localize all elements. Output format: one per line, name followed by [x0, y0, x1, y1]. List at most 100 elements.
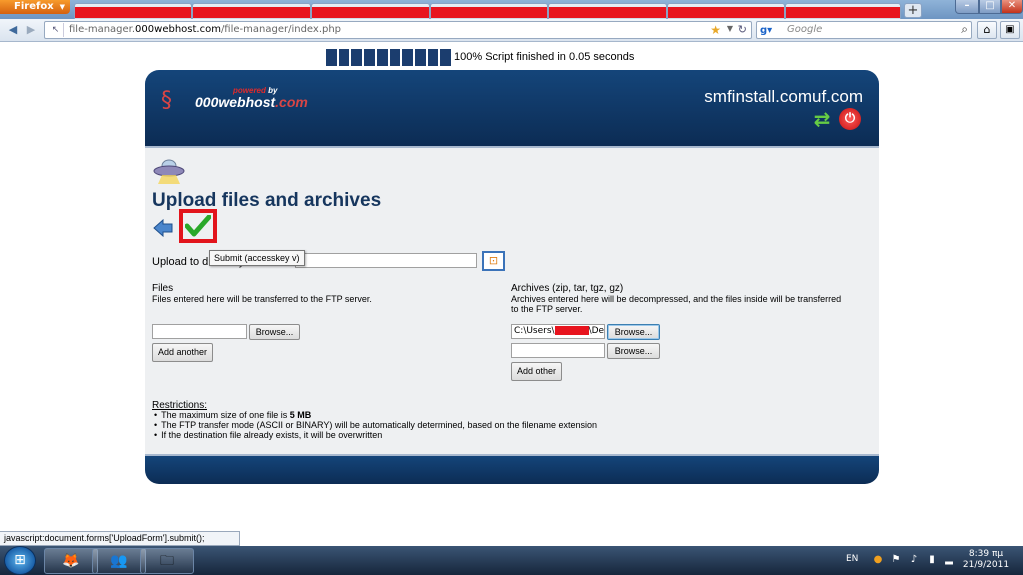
firefox-menu-label: Firefox	[14, 1, 54, 12]
home-icon[interactable]: ⌂	[977, 21, 997, 39]
site-name: smfinstall.comuf.com	[704, 87, 863, 106]
checkmark-submit-icon[interactable]	[185, 215, 211, 237]
browser-titlebar: Firefox ▼ + – □ ✕	[0, 0, 1023, 19]
redacted-tab-title	[549, 7, 666, 18]
language-indicator[interactable]: EN	[846, 554, 858, 564]
bookmark-star-icon[interactable]: ★	[710, 23, 721, 37]
archive-upload-field-2[interactable]	[511, 343, 605, 358]
extensions-menu-icon[interactable]: ▣	[1000, 21, 1020, 39]
tray-app-icon[interactable]: ●	[872, 554, 884, 566]
webhost-logo[interactable]: 000webhost.com	[195, 94, 308, 110]
speaker-icon[interactable]: ♪	[908, 554, 920, 566]
url-dropdown-icon[interactable]: ▼	[727, 24, 733, 33]
archives-description-line1: Archives entered here will be decompress…	[511, 294, 842, 304]
forward-arrow-icon[interactable]: ▶	[22, 22, 40, 39]
redacted-tab-title	[668, 7, 784, 18]
archive-upload-field-1[interactable]: C:\Users\ \Deskto	[511, 324, 605, 339]
archive-path-prefix: C:\Users\	[514, 326, 555, 336]
progress-segment	[414, 49, 426, 66]
search-bar[interactable]: g▾ Google ⌕	[756, 21, 972, 39]
progress-segment	[427, 49, 439, 66]
url-text[interactable]: file-manager.000webhost.com/file-manager…	[69, 24, 341, 35]
ufo-icon	[153, 159, 185, 184]
add-other-button[interactable]: Add other	[511, 362, 562, 381]
file-manager-panel: § powered by 000webhost.com smfinstall.c…	[145, 70, 879, 484]
firefox-menu-button[interactable]: Firefox ▼	[0, 0, 70, 14]
minimize-button[interactable]: –	[955, 0, 979, 14]
browser-tab[interactable]	[192, 3, 311, 19]
navigation-toolbar: ◀ ▶ ↖ file-manager.000webhost.com/file-m…	[0, 19, 1023, 42]
messenger-taskbar-icon[interactable]: 👥	[92, 548, 146, 574]
progress-segment	[326, 49, 337, 66]
logout-power-icon[interactable]: ⏻	[839, 108, 861, 130]
progress-segment	[351, 49, 363, 66]
google-icon[interactable]: g▾	[760, 23, 784, 38]
clock-date: 21/9/2011	[962, 560, 1010, 570]
explorer-folder-taskbar-icon[interactable]: 🗀	[140, 548, 194, 574]
back-arrow-icon[interactable]: ◀	[4, 22, 22, 39]
search-placeholder: Google	[787, 24, 823, 35]
progress-segment	[338, 49, 350, 66]
archives-description-line2: to the FTP server.	[511, 304, 583, 314]
progress-segment	[389, 49, 401, 66]
upload-directory-input[interactable]	[295, 253, 477, 268]
panel-header: § powered by 000webhost.com smfinstall.c…	[145, 70, 879, 146]
close-window-button[interactable]: ✕	[1001, 0, 1023, 14]
restriction-item: The FTP transfer mode (ASCII or BINARY) …	[152, 420, 597, 430]
submit-tooltip: Submit (accesskey v)	[209, 250, 305, 266]
add-another-button[interactable]: Add another	[152, 343, 213, 362]
browser-tab[interactable]	[430, 3, 548, 19]
url-host: file-manager.	[69, 24, 136, 35]
browser-tab[interactable]	[785, 3, 901, 19]
archive-browse-button-1[interactable]: Browse...	[607, 324, 660, 340]
logo-suffix-text: .com	[275, 94, 308, 110]
dragon-logo-icon: §	[161, 88, 172, 113]
maximize-button[interactable]: □	[979, 0, 1001, 14]
windows-taskbar: ⊞ 🦊 👥 🗀 EN ● ⚑ ♪ ▮ ▂ 8:39 πμ 21/9/2011	[0, 546, 1023, 575]
magnifier-icon[interactable]: ⌕	[961, 22, 968, 37]
firefox-taskbar-icon[interactable]: 🦊	[44, 548, 98, 574]
windows-start-icon[interactable]: ⊞	[4, 546, 36, 575]
network-signal-icon[interactable]: ▂	[943, 554, 955, 566]
progress-segment	[402, 49, 413, 66]
browser-tab[interactable]	[311, 3, 430, 19]
progress-status-text: 100% Script finished in 0.05 seconds	[454, 51, 635, 63]
url-domain: 000webhost.com	[135, 24, 221, 35]
reload-icon[interactable]: ↻	[738, 23, 747, 36]
chevron-down-icon: ▼	[59, 3, 66, 11]
panel-footer	[145, 456, 879, 484]
back-arrow-icon[interactable]	[153, 219, 173, 237]
restriction-max-size-text: The maximum size of one file is	[161, 410, 290, 420]
refresh-icon[interactable]: ⇄	[811, 108, 833, 130]
browser-tab-active[interactable]	[667, 3, 785, 19]
redacted-tab-title	[431, 7, 547, 18]
archives-section-title: Archives (zip, tar, tgz, gz)	[511, 283, 624, 294]
files-browse-button[interactable]: Browse...	[249, 324, 300, 340]
files-section-description: Files entered here will be transferred t…	[152, 294, 372, 304]
taskbar-clock[interactable]: 8:39 πμ 21/9/2011	[956, 549, 1016, 571]
archive-browse-button-2[interactable]: Browse...	[607, 343, 660, 359]
clock-time: 8:39 πμ	[968, 549, 1004, 559]
restriction-item: The maximum size of one file is 5 MB	[152, 410, 597, 420]
file-upload-field[interactable]	[152, 324, 247, 339]
script-progress-bar	[326, 49, 452, 66]
new-tab-button[interactable]: +	[904, 3, 922, 18]
browser-tab[interactable]	[548, 3, 667, 19]
redacted-tab-title	[786, 7, 900, 18]
flag-icon[interactable]: ⚑	[890, 554, 902, 566]
progress-segment	[440, 49, 452, 66]
archive-path-suffix: \Deskto	[588, 326, 605, 336]
redacted-tab-title	[75, 7, 191, 18]
url-bar[interactable]: ↖ file-manager.000webhost.com/file-manag…	[44, 21, 752, 39]
directory-tree-icon[interactable]: ⊡	[482, 251, 505, 271]
browser-tab[interactable]	[74, 3, 192, 19]
restriction-max-size-value: 5 MB	[289, 410, 312, 420]
site-identity-icon[interactable]: ↖	[48, 23, 64, 37]
battery-icon[interactable]: ▮	[926, 554, 938, 566]
progress-segment	[364, 49, 375, 66]
header-divider	[145, 146, 879, 148]
browser-status-bar: javascript:document.forms['UploadForm'].…	[0, 531, 240, 546]
redacted-username	[554, 326, 589, 335]
redacted-tab-title	[312, 7, 429, 18]
restrictions-list: The maximum size of one file is 5 MB The…	[152, 410, 597, 440]
